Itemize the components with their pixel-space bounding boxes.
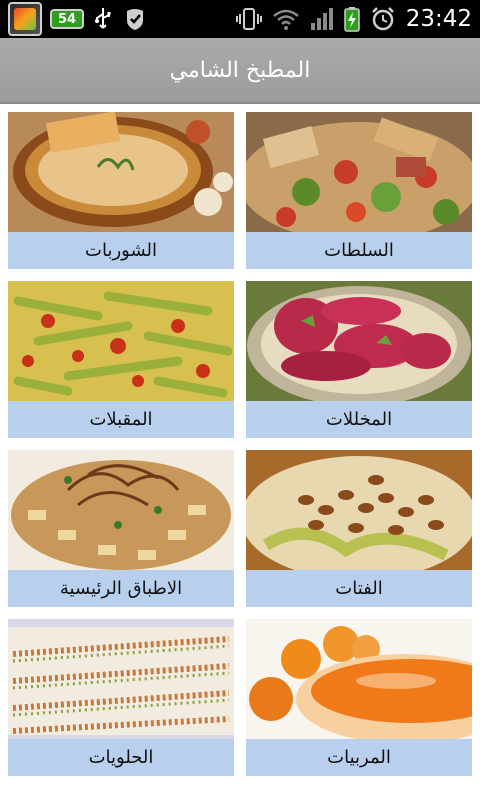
category-card-main-dishes[interactable]: الاطباق الرئيسية <box>8 450 234 607</box>
vibrate-icon <box>235 6 262 32</box>
alarm-icon <box>370 6 396 32</box>
status-bar-right: 23:42 <box>235 2 472 36</box>
category-card-jams[interactable]: المربيات <box>246 619 472 776</box>
app-title: المطبخ الشامي <box>169 57 311 83</box>
category-label: الشوربات <box>8 232 234 269</box>
jams-photo <box>246 619 472 739</box>
fatteh-photo <box>246 450 472 570</box>
sweets-photo <box>8 619 234 739</box>
wifi-icon <box>272 7 300 31</box>
category-label: المقبلات <box>8 401 234 438</box>
category-card-pickles[interactable]: المخللات <box>246 281 472 438</box>
category-card-sweets[interactable]: الحلويات <box>8 619 234 776</box>
salad-photo <box>246 112 472 232</box>
category-label: الاطباق الرئيسية <box>8 570 234 607</box>
soup-photo <box>8 112 234 232</box>
category-label: المخللات <box>246 401 472 438</box>
app-title-bar: المطبخ الشامي <box>0 38 480 104</box>
status-bar: 54 23:42 <box>0 0 480 38</box>
category-card-salads[interactable]: السلطات <box>246 112 472 269</box>
category-card-fatteh[interactable]: الفتات <box>246 450 472 607</box>
category-label: السلطات <box>246 232 472 269</box>
shield-check-icon <box>122 6 148 32</box>
category-card-soups[interactable]: الشوربات <box>8 112 234 269</box>
usb-icon <box>92 6 114 32</box>
pickles-photo <box>246 281 472 401</box>
battery-level-badge: 54 <box>50 9 84 29</box>
status-bar-left: 54 <box>8 2 148 36</box>
category-card-appetizers[interactable]: المقبلات <box>8 281 234 438</box>
category-label: الفتات <box>246 570 472 607</box>
category-label: المربيات <box>246 739 472 776</box>
main-dishes-photo <box>8 450 234 570</box>
category-grid: السلطات الشوربات المخللات المقبلات الفتا… <box>0 104 480 800</box>
appetizers-photo <box>8 281 234 401</box>
battery-charging-icon <box>343 6 360 32</box>
category-label: الحلويات <box>8 739 234 776</box>
status-clock: 23:42 <box>405 6 472 32</box>
app-notification-icon <box>8 2 42 36</box>
signal-icon <box>310 7 334 31</box>
